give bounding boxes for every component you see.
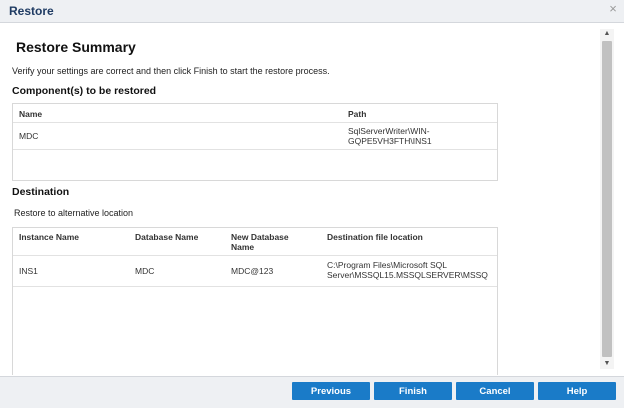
instance-name: INS1	[19, 266, 38, 276]
column-header-new-database: New Database	[231, 232, 289, 242]
destination-table: Instance Name Database Name New Database…	[12, 227, 498, 375]
column-header-new-database-name: Name	[231, 242, 255, 252]
scrollbar-thumb[interactable]	[602, 41, 612, 357]
scroll-down-icon[interactable]: ▼	[600, 359, 614, 369]
vertical-scrollbar[interactable]: ▲ ▼	[600, 29, 614, 369]
components-table: Name Path MDC SqlServerWriter\WIN- GQPE5…	[12, 103, 498, 181]
window-title: Restore	[9, 4, 54, 18]
column-header-location: Destination file location	[327, 232, 423, 242]
destination-location-cell: C:\Program Files\Microsoft SQL Server\MS…	[327, 260, 495, 282]
new-database-name: MDC@123	[231, 266, 274, 276]
cancel-button[interactable]: Cancel	[456, 382, 534, 400]
column-header-instance: Instance Name	[19, 232, 79, 242]
page-title: Restore Summary	[16, 39, 136, 55]
destination-type: Restore to alternative location	[14, 208, 134, 218]
content-area: Restore Summary Verify your settings are…	[0, 23, 599, 375]
column-header-name: Name	[19, 109, 43, 119]
scroll-up-icon[interactable]: ▲	[600, 29, 614, 39]
destination-location-line2: Server\MSSQL15.MSSQLSERVER\MSSQ	[327, 270, 488, 280]
previous-button[interactable]: Previous	[292, 382, 370, 400]
instruction-text: Verify your settings are correct and the…	[12, 66, 330, 76]
column-header-database: Database Name	[135, 232, 199, 242]
component-path-line2: GQPE5VH3FTH\INS1	[348, 136, 432, 146]
table-header: Name Path	[13, 104, 497, 123]
table-row[interactable]: MDC SqlServerWriter\WIN- GQPE5VH3FTH\INS…	[13, 123, 497, 150]
destination-location-line1: C:\Program Files\Microsoft SQL	[327, 260, 447, 270]
destination-heading: Destination	[12, 186, 70, 198]
component-name: MDC	[19, 131, 39, 141]
database-name: MDC	[135, 266, 155, 276]
finish-button[interactable]: Finish	[374, 382, 452, 400]
components-heading: Component(s) to be restored	[12, 85, 157, 97]
table-row[interactable]: INS1 MDC MDC@123 C:\Program Files\Micros…	[13, 256, 497, 287]
table-header: Instance Name Database Name New Database…	[13, 228, 497, 256]
help-button[interactable]: Help	[538, 382, 616, 400]
close-icon[interactable]: ×	[606, 2, 620, 16]
column-header-path: Path	[348, 109, 367, 119]
button-bar: Previous Finish Cancel Help	[0, 376, 624, 408]
title-bar: Restore ×	[0, 0, 624, 23]
component-path-line1: SqlServerWriter\WIN-	[348, 126, 430, 136]
